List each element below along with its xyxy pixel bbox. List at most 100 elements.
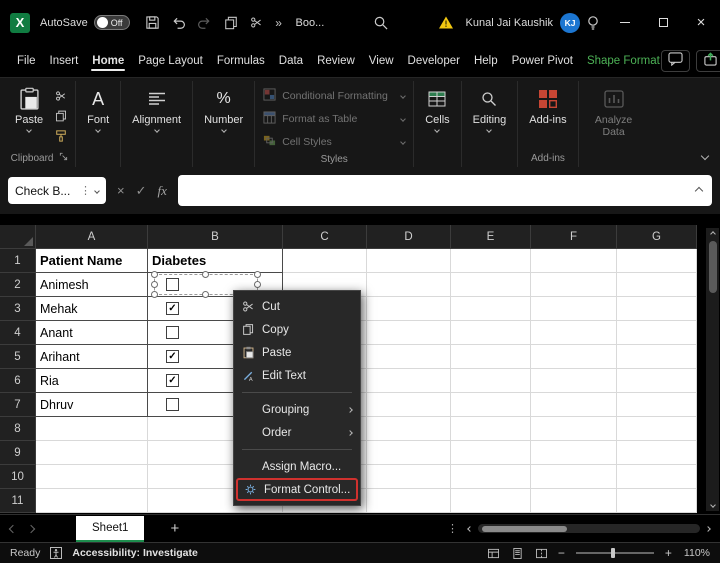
scroll-down-icon[interactable] [710,502,716,508]
cell-E2[interactable] [451,273,531,297]
cell-D11[interactable] [367,489,451,513]
row-header-1[interactable]: 1 [0,249,36,273]
row-header-2[interactable]: 2 [0,273,36,297]
cell-F11[interactable] [531,489,617,513]
cell-G2[interactable] [617,273,697,297]
zoom-out-icon[interactable]: − [558,546,565,560]
user-name[interactable]: Kunal Jai Kaushik [466,17,553,29]
sheet-nav-left-icon[interactable] [9,524,17,532]
cell-F3[interactable] [531,297,617,321]
context-menu-item-cut[interactable]: Cut [234,295,360,318]
menu-tab-page-layout[interactable]: Page Layout [137,48,204,74]
context-menu-item-edit-text[interactable]: AEdit Text [234,364,360,387]
diabetes-checkbox-dhruv[interactable] [166,398,179,411]
autosave-toggle[interactable]: AutoSave Off [40,15,130,30]
cell-F10[interactable] [531,465,617,489]
selection-handle[interactable] [254,271,261,278]
tabbar-more-icon[interactable]: ⋮ [447,522,458,535]
cell-E5[interactable] [451,345,531,369]
cell-D6[interactable] [367,369,451,393]
cell-G10[interactable] [617,465,697,489]
cell-G4[interactable] [617,321,697,345]
cell-E7[interactable] [451,393,531,417]
cell-D8[interactable] [367,417,451,441]
cell-A5[interactable]: Arihant [36,345,148,369]
zoom-level[interactable]: 110% [684,547,710,559]
menu-tab-data[interactable]: Data [278,48,304,74]
cell-D10[interactable] [367,465,451,489]
conditional-formatting-button[interactable]: Conditional Formatting [260,86,408,106]
hscroll-left-icon[interactable] [467,526,473,532]
number-button[interactable]: %Number [198,83,249,135]
close-button[interactable]: × [682,0,720,45]
font-button[interactable]: AFont [81,83,115,135]
selection-handle[interactable] [202,291,209,298]
clipboard-dialog-launcher-icon[interactable] [59,152,68,164]
cell-C1[interactable] [283,249,367,273]
name-box-dropdown-icon[interactable] [94,188,100,194]
diabetes-checkbox-anant[interactable] [166,326,179,339]
diabetes-checkbox-ria[interactable]: ✓ [166,374,179,387]
expand-formula-bar-icon[interactable] [695,187,703,195]
row-header-3[interactable]: 3 [0,297,36,321]
cell-F5[interactable] [531,345,617,369]
row-header-11[interactable]: 11 [0,489,36,513]
cell-G9[interactable] [617,441,697,465]
menu-tab-developer[interactable]: Developer [407,48,461,74]
sheet-nav-right-icon[interactable] [27,524,35,532]
menu-tab-review[interactable]: Review [316,48,356,74]
cell-E11[interactable] [451,489,531,513]
normal-view-icon[interactable] [486,548,502,559]
menu-tab-view[interactable]: View [368,48,395,74]
cell-D4[interactable] [367,321,451,345]
formula-input[interactable] [178,175,712,206]
column-header-g[interactable]: G [617,225,697,249]
cut-button[interactable] [52,88,70,103]
cells-button[interactable]: Cells [419,83,455,135]
row-header-5[interactable]: 5 [0,345,36,369]
add-sheet-button[interactable]: + [170,520,179,537]
cell-D7[interactable] [367,393,451,417]
selection-handle[interactable] [254,281,261,288]
selection-handle[interactable] [151,291,158,298]
warning-icon[interactable] [434,10,458,36]
menu-tab-formulas[interactable]: Formulas [216,48,266,74]
cell-B1[interactable]: Diabetes [148,249,283,273]
more-commands-icon[interactable]: » [271,10,287,36]
selection-handle[interactable] [202,271,209,278]
cell-F6[interactable] [531,369,617,393]
cell-A9[interactable] [36,441,148,465]
cell-A4[interactable]: Anant [36,321,148,345]
cell-G5[interactable] [617,345,697,369]
hscroll-right-icon[interactable] [705,526,711,532]
cell-D2[interactable] [367,273,451,297]
context-menu-item-format-control[interactable]: Format Control... [236,478,358,501]
row-header-10[interactable]: 10 [0,465,36,489]
addins-button[interactable]: Add-ins [523,83,572,129]
cell-F4[interactable] [531,321,617,345]
column-header-c[interactable]: C [283,225,367,249]
save-icon[interactable] [141,10,165,36]
menu-tab-home[interactable]: Home [91,48,125,74]
context-menu-item-assign-macro[interactable]: Assign Macro... [234,455,360,478]
menu-tab-insert[interactable]: Insert [49,48,80,74]
cell-E9[interactable] [451,441,531,465]
scroll-up-icon[interactable] [710,231,716,237]
lightbulb-icon[interactable] [581,10,605,36]
accessibility-status[interactable]: Accessibility: Investigate [72,547,197,559]
zoom-slider-thumb[interactable] [611,548,615,558]
page-layout-view-icon[interactable] [510,548,526,559]
analyze-data-button[interactable]: Analyze Data [584,83,644,141]
cell-A8[interactable] [36,417,148,441]
copy-button[interactable] [52,108,70,123]
column-header-a[interactable]: A [36,225,148,249]
menu-tab-shape-format[interactable]: Shape Format [586,48,661,74]
cell-A7[interactable]: Dhruv [36,393,148,417]
copy-icon[interactable] [219,10,243,36]
cell-G7[interactable] [617,393,697,417]
selection-handle[interactable] [151,281,158,288]
cut-icon[interactable] [245,10,269,36]
horizontal-scrollbar[interactable] [478,524,700,533]
search-icon[interactable] [368,10,392,36]
cell-E10[interactable] [451,465,531,489]
